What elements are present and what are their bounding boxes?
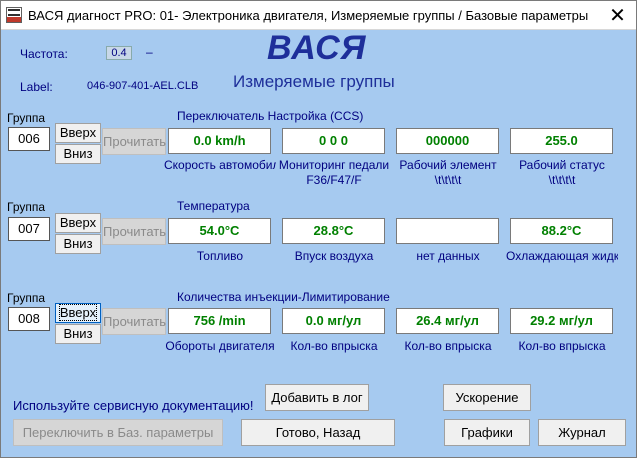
- measure-value: [396, 218, 499, 244]
- measure-caption: \t\t\t\t: [548, 173, 576, 187]
- measure-value: 0 0 0: [282, 128, 385, 154]
- window-title: ВАСЯ диагност PRO: 01- Электроника двига…: [28, 8, 589, 23]
- app-logo-icon: [6, 7, 22, 23]
- read-button[interactable]: Прочитать: [102, 308, 166, 335]
- group-up-label: Вверх: [58, 304, 98, 321]
- switch-to-basic-button[interactable]: Переключить в Баз. параметры: [13, 419, 223, 446]
- measure-value: 756 /min: [168, 308, 271, 334]
- measure-caption: Рабочий статус: [519, 158, 605, 172]
- group-label: Группа: [7, 111, 46, 125]
- frequency-value: 0.4: [106, 46, 132, 60]
- title-bar[interactable]: ВАСЯ диагност PRO: 01- Электроника двига…: [1, 1, 636, 30]
- group-number-input[interactable]: 007: [8, 217, 50, 241]
- group-title: Переключатель Настройка (CCS): [177, 109, 364, 123]
- measure-caption: F36/F47/F: [306, 173, 362, 187]
- group-number-input[interactable]: 006: [8, 127, 50, 151]
- measure-value: 000000: [396, 128, 499, 154]
- group-down-button[interactable]: Вниз: [55, 144, 101, 164]
- group-down-button[interactable]: Вниз: [55, 234, 101, 254]
- group-up-button[interactable]: Вверх: [55, 303, 101, 323]
- journal-button[interactable]: Журнал: [538, 419, 626, 446]
- label-file-value: 046-907-401-AEL.CLB: [87, 80, 199, 92]
- add-to-log-button[interactable]: Добавить в лог: [265, 384, 369, 411]
- measure-value: 255.0: [510, 128, 613, 154]
- graphs-button[interactable]: Графики: [444, 419, 530, 446]
- read-button[interactable]: Прочитать: [102, 218, 166, 245]
- measure-caption: Кол-во впрыска: [290, 339, 378, 353]
- measure-caption: нет данных: [416, 249, 480, 263]
- measure-caption: Мониторинг педали: [278, 158, 390, 172]
- label-caption: Label:: [20, 80, 53, 94]
- service-doc-hint: Используйте сервисную документацию!: [13, 398, 254, 413]
- measure-value: 0.0 мг/ул: [282, 308, 385, 334]
- read-button[interactable]: Прочитать: [102, 128, 166, 155]
- measure-value: 28.8°C: [282, 218, 385, 244]
- main-window: ВАСЯ диагност PRO: 01- Электроника двига…: [0, 0, 637, 458]
- done-back-button[interactable]: Готово, Назад: [241, 419, 395, 446]
- measure-value: 26.4 мг/ул: [396, 308, 499, 334]
- measure-caption: Впуск воздуха: [294, 249, 374, 263]
- group-up-button[interactable]: Вверх: [55, 123, 101, 143]
- frequency-dash: –: [146, 45, 153, 59]
- group-title: Количества инъекции-Лимитирование: [177, 290, 390, 304]
- measure-value: 88.2°C: [510, 218, 613, 244]
- acceleration-button[interactable]: Ускорение: [443, 384, 531, 411]
- measure-value: 0.0 km/h: [168, 128, 271, 154]
- group-label: Группа: [7, 200, 46, 214]
- group-up-button[interactable]: Вверх: [55, 213, 101, 233]
- brand-title: ВАСЯ: [267, 29, 367, 67]
- measure-value: 54.0°C: [168, 218, 271, 244]
- page-subtitle: Измеряемые группы: [233, 72, 395, 91]
- frequency-label: Частота:: [20, 47, 68, 61]
- measure-caption: Скорость автомобиля: [164, 158, 276, 172]
- measure-caption: Кол-во впрыска: [404, 339, 492, 353]
- measure-caption: Рабочий элемент: [399, 158, 497, 172]
- group-number-input[interactable]: 008: [8, 307, 50, 331]
- group-label: Группа: [7, 291, 46, 305]
- measure-caption: Обороты двигателя: [165, 339, 275, 353]
- measure-caption: Охлаждающая жидкость: [506, 249, 618, 263]
- group-title: Температура: [177, 199, 250, 213]
- measure-value: 29.2 мг/ул: [510, 308, 613, 334]
- measure-caption: Топливо: [196, 249, 244, 263]
- close-icon[interactable]: ✕: [599, 1, 636, 30]
- group-down-button[interactable]: Вниз: [55, 324, 101, 344]
- measure-caption: Кол-во впрыска: [518, 339, 606, 353]
- measure-caption: \t\t\t\t: [434, 173, 462, 187]
